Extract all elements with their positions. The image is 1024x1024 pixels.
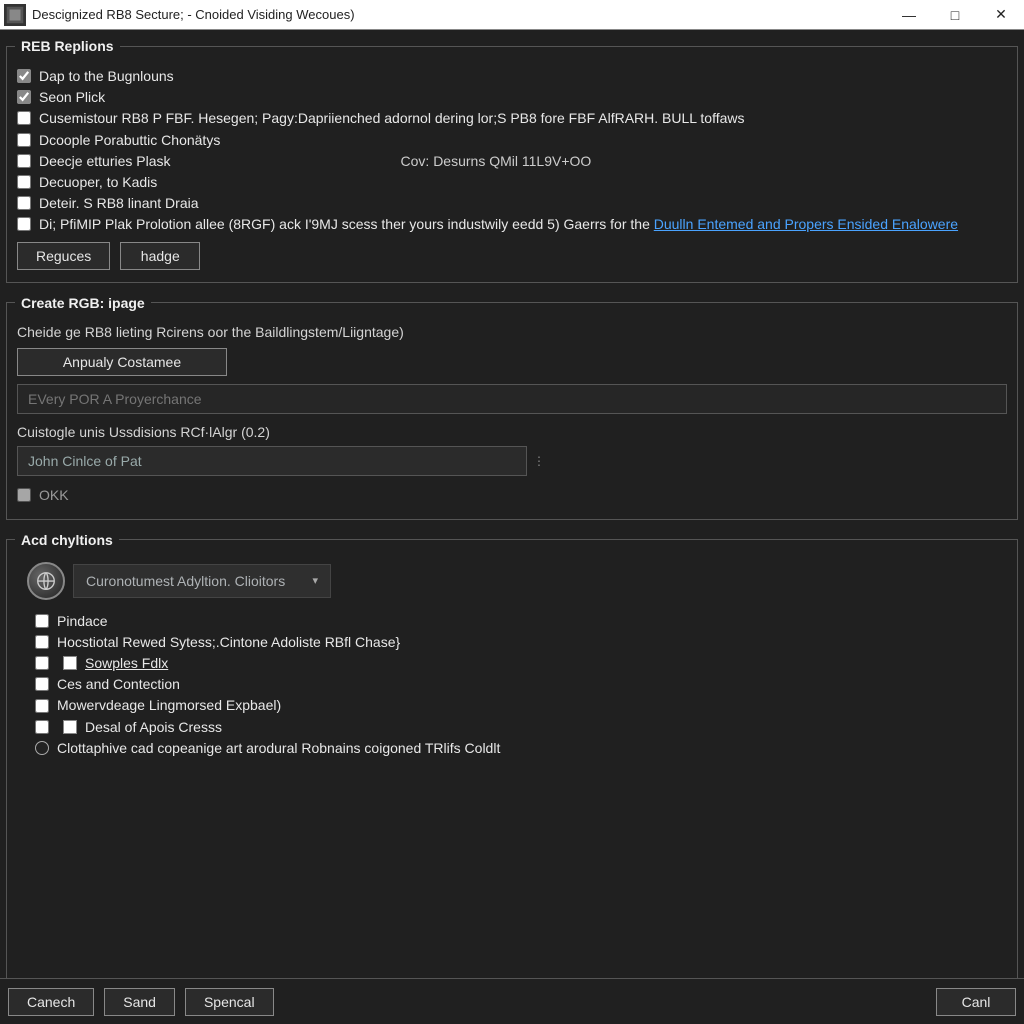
maximize-button[interactable]: □ <box>932 0 978 30</box>
inline-cov-desurns: Cov: Desurns QMil 11L9V+OO <box>401 153 592 169</box>
chk-pfmip[interactable]: Di; PfiMIP Plak Prolotion allee (8RGF) a… <box>17 215 958 233</box>
canl-button[interactable]: Canl <box>936 988 1016 1016</box>
proyerchance-input[interactable] <box>17 384 1007 414</box>
group-create-rgb: Create RGB: ipage Cheide ge RB8 lieting … <box>6 295 1018 520</box>
create-rgb-desc: Cheide ge RB8 lieting Rcirens oor the Ba… <box>17 324 404 340</box>
chk-mowervdeage-box[interactable] <box>35 699 49 713</box>
chk-mowervdeage[interactable]: Mowervdeage Lingmorsed Expbael) <box>35 696 281 714</box>
chk-deteir-box[interactable] <box>17 196 31 210</box>
chk-desal-apois[interactable]: Desal of Apois Cresss <box>35 718 222 736</box>
chk-cusemistour-box[interactable] <box>17 111 31 125</box>
chk-deecje[interactable]: Deecje etturies Plask <box>17 152 171 170</box>
chk-deteir[interactable]: Deteir. S RB8 linant Draia <box>17 194 199 212</box>
chk-dcoople[interactable]: Dcoople Porabuttic Chonätys <box>17 131 220 149</box>
footer-bar: Canech Sand Spencal Canl <box>0 978 1024 1024</box>
chk-decuoper-box[interactable] <box>17 175 31 189</box>
ussdisions-label: Cuistogle unis Ussdisions RCf·lAlgr (0.2… <box>17 424 270 440</box>
titlebar: Descignized RB8 Secture; - Cnoided Visid… <box>0 0 1024 30</box>
window-title: Descignized RB8 Secture; - Cnoided Visid… <box>32 7 355 22</box>
chk-decuoper[interactable]: Decuoper, to Kadis <box>17 173 157 191</box>
chk-pindace[interactable]: Pindace <box>35 612 108 630</box>
anpualy-costamee-button[interactable]: Anpualy Costamee <box>17 348 227 376</box>
app-icon <box>4 4 26 26</box>
chk-desal-apois-box[interactable] <box>35 720 49 734</box>
chk-deecje-box[interactable] <box>17 154 31 168</box>
group-reb-replions: REB Replions Dap to the Bugnlouns Seon P… <box>6 38 1018 283</box>
chk-dap-bugnlouns-box[interactable] <box>17 69 31 83</box>
chk-ces-contection-box[interactable] <box>35 677 49 691</box>
chk-okk-box[interactable] <box>17 488 31 502</box>
chk-hocstiotal-box[interactable] <box>35 635 49 649</box>
globe-icon <box>27 562 65 600</box>
john-cinlce-input[interactable] <box>17 446 527 476</box>
radio-clottaphive-circle[interactable] <box>35 741 49 755</box>
group-reb-replions-legend: REB Replions <box>15 38 120 54</box>
close-button[interactable]: ✕ <box>978 0 1024 30</box>
group-create-rgb-legend: Create RGB: ipage <box>15 295 151 311</box>
link-duulln-entemed[interactable]: Duulln Entemed and Propers Ensided Enalo… <box>654 216 958 232</box>
chk-hocstiotal[interactable]: Hocstiotal Rewed Sytess;.Cintone Adolist… <box>35 633 400 651</box>
chk-cusemistour[interactable]: Cusemistour RB8 P FBF. Hesegen; Pagy:Dap… <box>17 109 745 127</box>
canech-button[interactable]: Canech <box>8 988 94 1016</box>
chevron-down-icon: ▾ <box>312 574 318 587</box>
extra-box-icon-2 <box>63 720 77 734</box>
reguces-button[interactable]: Reguces <box>17 242 110 270</box>
adyltion-dropdown[interactable]: Curonotumest Adyltion. Clioitors ▾ <box>73 564 331 598</box>
chk-dap-bugnlouns[interactable]: Dap to the Bugnlouns <box>17 67 174 85</box>
chk-okk[interactable]: OKK <box>17 486 69 504</box>
chk-sowples-box[interactable] <box>35 656 49 670</box>
field-suffix-icon: ⋮ <box>533 454 545 468</box>
chk-pfmip-box[interactable] <box>17 217 31 231</box>
chk-seon-plick[interactable]: Seon Plick <box>17 88 105 106</box>
minimize-button[interactable]: — <box>886 0 932 30</box>
chk-dcoople-box[interactable] <box>17 133 31 147</box>
group-acd-chyltions: Acd chyltions Curonotumest Adyltion. Cli… <box>6 532 1018 1008</box>
spencal-button[interactable]: Spencal <box>185 988 274 1016</box>
chk-ces-contection[interactable]: Ces and Contection <box>35 675 180 693</box>
hadge-button[interactable]: hadge <box>120 242 200 270</box>
radio-clottaphive[interactable]: Clottaphive cad copeanige art arodural R… <box>35 739 500 757</box>
chk-sowples[interactable]: Sowples Fdlx <box>35 654 168 672</box>
sand-button[interactable]: Sand <box>104 988 175 1016</box>
chk-pindace-box[interactable] <box>35 614 49 628</box>
group-acd-chyltions-legend: Acd chyltions <box>15 532 119 548</box>
extra-box-icon <box>63 656 77 670</box>
chk-seon-plick-box[interactable] <box>17 90 31 104</box>
